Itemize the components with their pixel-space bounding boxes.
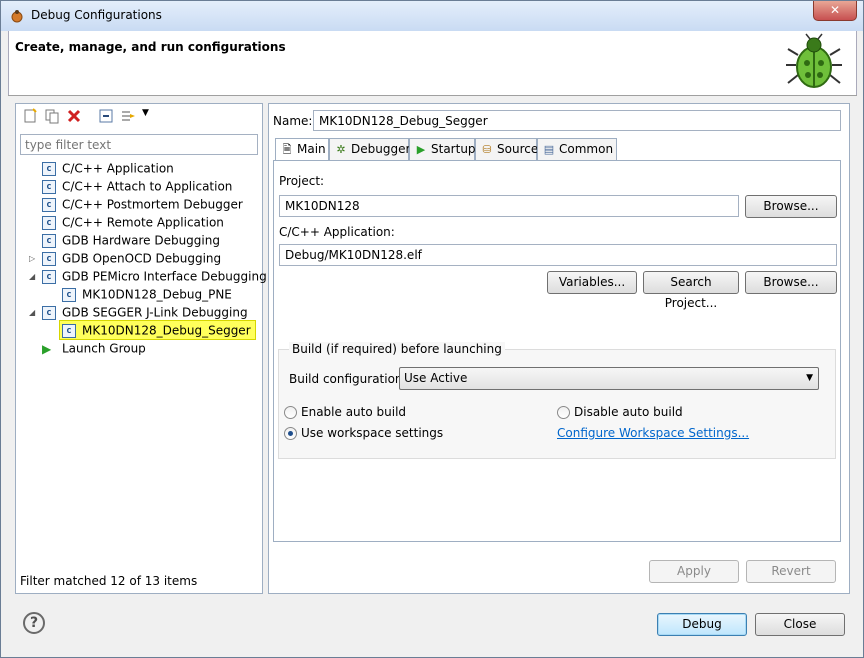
close-button[interactable]: Close: [755, 613, 845, 636]
revert-button[interactable]: Revert: [746, 560, 836, 583]
bug-icon: [11, 10, 23, 23]
build-config-label: Build configuration:: [289, 372, 407, 386]
application-label: C/C++ Application:: [279, 225, 395, 239]
build-config-select[interactable]: Use Active ▼: [399, 367, 819, 390]
dialog-header: Create, manage, and run configurations: [8, 31, 857, 95]
help-icon[interactable]: ?: [23, 612, 45, 634]
launch-icon: ▶: [42, 341, 52, 356]
tree-item-c-application[interactable]: c C/C++ Application: [42, 159, 174, 177]
tree-item-config-segger[interactable]: c MK10DN128_Debug_Segger: [59, 320, 256, 340]
configure-workspace-link[interactable]: Configure Workspace Settings...: [557, 426, 749, 440]
debug-button[interactable]: Debug: [657, 613, 747, 636]
search-project-button[interactable]: Search Project...: [643, 271, 739, 310]
build-group: Build (if required) before launching Bui…: [278, 342, 836, 459]
window-title: Debug Configurations: [31, 8, 162, 22]
expand-icon[interactable]: ▷: [29, 254, 35, 263]
tree-item-c-remote[interactable]: c C/C++ Remote Application: [42, 213, 224, 231]
c-icon: c: [42, 161, 56, 176]
application-browse-button[interactable]: Browse...: [745, 271, 837, 294]
c-icon: c: [42, 233, 56, 248]
project-field[interactable]: [279, 195, 739, 217]
new-configuration-icon[interactable]: [22, 108, 38, 124]
application-field[interactable]: [279, 244, 837, 266]
c-icon: c: [42, 305, 56, 320]
enable-auto-build-label[interactable]: Enable auto build: [301, 405, 406, 419]
source-tab-icon: ⛁: [482, 143, 492, 156]
collapse-icon[interactable]: ◢: [29, 308, 35, 317]
debug-configurations-dialog: Debug Configurations ✕ Create, manage, a…: [0, 0, 864, 658]
tree-item-c-postmortem[interactable]: c C/C++ Postmortem Debugger: [42, 195, 243, 213]
c-icon: c: [42, 251, 56, 266]
tree-item-gdb-openocd[interactable]: c GDB OpenOCD Debugging: [42, 249, 221, 267]
common-tab-icon: ▤: [543, 143, 555, 156]
window-close-button[interactable]: ✕: [813, 1, 857, 21]
c-icon: c: [62, 323, 76, 338]
enable-auto-build-radio[interactable]: [284, 406, 297, 419]
collapse-all-icon[interactable]: [98, 108, 114, 124]
build-group-title: Build (if required) before launching: [289, 342, 505, 356]
project-label: Project:: [279, 174, 325, 188]
tab-main[interactable]: 🗎 Main: [275, 138, 329, 161]
tree-item-gdb-pemicro[interactable]: c GDB PEMicro Interface Debugging: [42, 267, 267, 285]
filter-input[interactable]: [20, 134, 258, 155]
chevron-down-icon: ▼: [806, 373, 813, 383]
collapse-icon[interactable]: ◢: [29, 272, 35, 281]
project-browse-button[interactable]: Browse...: [745, 195, 837, 218]
tree-item-gdb-hardware[interactable]: c GDB Hardware Debugging: [42, 231, 220, 249]
title-bar: Debug Configurations ✕: [1, 1, 863, 31]
main-tab-content: Project: Browse... C/C++ Application: Va…: [273, 160, 841, 542]
tab-common[interactable]: ▤ Common: [537, 138, 617, 160]
tree-item-gdb-segger[interactable]: c GDB SEGGER J-Link Debugging: [42, 303, 248, 321]
disable-auto-build-label[interactable]: Disable auto build: [574, 405, 683, 419]
startup-tab-icon: ▶: [416, 143, 426, 156]
disable-auto-build-radio[interactable]: [557, 406, 570, 419]
tree-item-launch-group[interactable]: ▶ Launch Group: [42, 339, 146, 357]
tab-startup[interactable]: ▶ Startup: [409, 138, 476, 160]
name-field[interactable]: [313, 110, 841, 131]
tree-item-config-pne[interactable]: c MK10DN128_Debug_PNE: [62, 285, 232, 303]
tree-item-c-attach[interactable]: c C/C++ Attach to Application: [42, 177, 232, 195]
debug-bug-icon: [786, 33, 842, 88]
apply-button[interactable]: Apply: [649, 560, 739, 583]
c-icon: c: [42, 179, 56, 194]
header-title: Create, manage, and run configurations: [15, 40, 286, 54]
filter-status: Filter matched 12 of 13 items: [20, 574, 198, 588]
c-icon: c: [42, 215, 56, 230]
filter-icon[interactable]: [120, 108, 136, 124]
header-separator: [8, 95, 857, 96]
configuration-tree-panel: ▼ cC/C++ Application cC/C++ Attach to Ap…: [15, 103, 267, 594]
main-tab-icon: 🗎: [282, 143, 292, 156]
c-icon: c: [42, 197, 56, 212]
duplicate-icon[interactable]: [44, 108, 60, 124]
c-icon: c: [62, 287, 76, 302]
configuration-editor: Name: 🗎Main ✲Debugger ▶Startup ⛁Source ▤…: [268, 103, 850, 594]
use-workspace-radio[interactable]: [284, 427, 297, 440]
c-icon: c: [42, 269, 56, 284]
tab-debugger[interactable]: ✲ Debugger: [329, 138, 410, 160]
use-workspace-label[interactable]: Use workspace settings: [301, 426, 443, 440]
delete-icon[interactable]: [66, 108, 82, 124]
name-label: Name:: [273, 114, 313, 128]
tab-source[interactable]: ⛁ Source: [475, 138, 538, 160]
variables-button[interactable]: Variables...: [547, 271, 637, 294]
debugger-tab-icon: ✲: [336, 143, 346, 156]
filter-dropdown-icon[interactable]: ▼: [142, 108, 149, 118]
